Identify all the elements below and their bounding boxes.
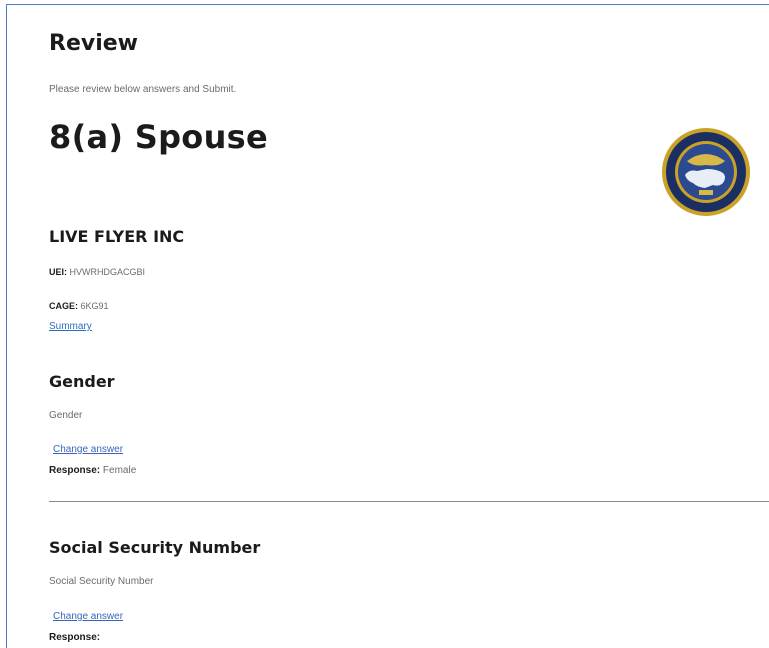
question-text-gender: Gender [49,410,83,421]
uei-label: UEI: [49,267,67,277]
question-title-ssn: Social Security Number [49,538,261,557]
response-ssn: Response: [49,632,100,643]
change-answer-ssn-link[interactable]: Change answer [53,611,123,622]
response-value: Female [102,465,137,476]
review-heading: Review [49,31,138,56]
summary-link[interactable]: Summary [49,321,92,332]
cage-row: CAGE: 6KG91 [49,301,109,311]
agency-seal-icon [662,128,750,216]
question-title-gender: Gender [49,372,115,391]
response-label: Response: [49,632,101,643]
page-frame: Review Please review below answers and S… [6,4,769,648]
change-answer-gender-link[interactable]: Change answer [53,444,123,455]
program-title: 8(a) Spouse [49,118,269,156]
uei-value: HVWRHDGACGBI [69,267,146,277]
response-label: Response: [49,465,101,476]
cage-value: 6KG91 [80,301,109,311]
uei-row: UEI: HVWRHDGACGBI [49,267,145,277]
response-gender: Response: Female [49,465,136,476]
business-name: LIVE FLYER INC [49,227,185,246]
review-instructions: Please review below answers and Submit. [49,84,237,95]
section-divider [49,501,769,502]
question-text-ssn: Social Security Number [49,576,154,587]
cage-label: CAGE: [49,301,78,311]
